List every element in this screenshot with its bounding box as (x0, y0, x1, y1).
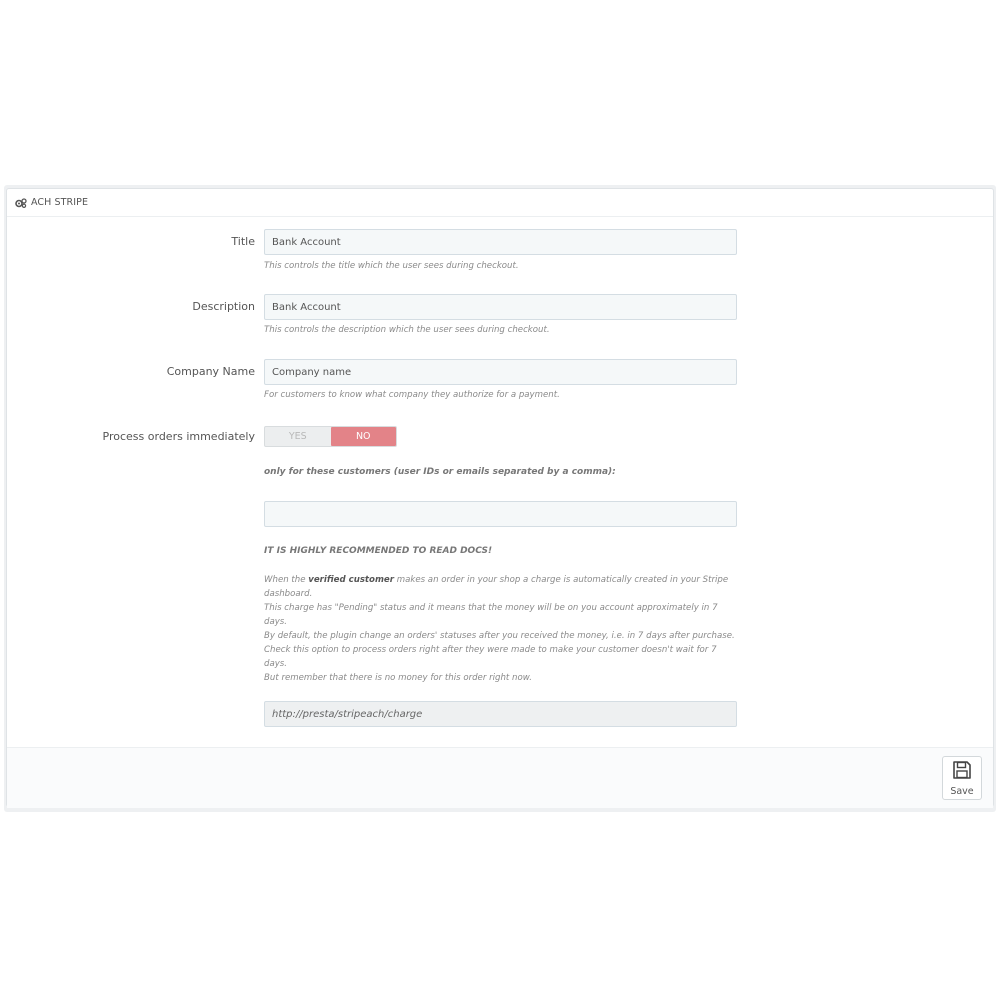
docs-line-2: This charge has "Pending" status and it … (264, 603, 718, 627)
docs-verified-customer: verified customer (308, 575, 394, 585)
docs-line-1: When the verified customer makes an orde… (264, 573, 740, 601)
title-label: Title (231, 235, 255, 248)
docs-line-3: By default, the plugin change an orders'… (264, 631, 735, 641)
floppy-disk-icon (952, 760, 972, 784)
panel-heading: ACH STRIPE (7, 189, 993, 217)
panel-footer: Save (7, 747, 993, 808)
customers-input[interactable] (264, 501, 737, 527)
cogs-icon (15, 197, 27, 208)
ach-stripe-panel: ACH STRIPE Title Bank Account This contr… (6, 188, 994, 808)
description-input[interactable]: Bank Account (264, 294, 737, 320)
panel-title: ACH STRIPE (31, 197, 89, 208)
process-orders-no[interactable]: NO (330, 427, 396, 446)
company-name-label: Company Name (166, 365, 255, 378)
company-name-help: For customers to know what company they … (264, 390, 560, 400)
process-orders-yes[interactable]: YES (265, 427, 331, 446)
description-label: Description (192, 300, 255, 313)
docs-warning: IT IS HIGHLY RECOMMENDED TO READ DOCS! (264, 546, 493, 556)
title-input-value: Bank Account (272, 236, 341, 248)
docs-line-1-pre: When the (264, 575, 309, 585)
save-button[interactable]: Save (942, 756, 982, 800)
title-help: This controls the title which the user s… (264, 261, 519, 271)
webhook-url-field[interactable]: http://presta/stripeach/charge (264, 701, 737, 727)
company-name-input-value: Company name (272, 366, 352, 378)
company-name-input[interactable]: Company name (264, 359, 737, 385)
title-input[interactable]: Bank Account (264, 229, 737, 255)
process-orders-switch[interactable]: YES NO (264, 426, 397, 447)
process-orders-label: Process orders immediately (102, 430, 255, 443)
docs-text: When the verified customer makes an orde… (264, 573, 740, 685)
webhook-url-value: http://presta/stripeach/charge (272, 708, 423, 720)
docs-line-4: Check this option to process orders righ… (264, 645, 717, 669)
save-button-label: Save (950, 785, 974, 797)
description-help: This controls the description which the … (264, 325, 550, 335)
description-input-value: Bank Account (272, 301, 341, 313)
customers-note: only for these customers (user IDs or em… (264, 467, 616, 477)
docs-line-5: But remember that there is no money for … (264, 673, 532, 683)
